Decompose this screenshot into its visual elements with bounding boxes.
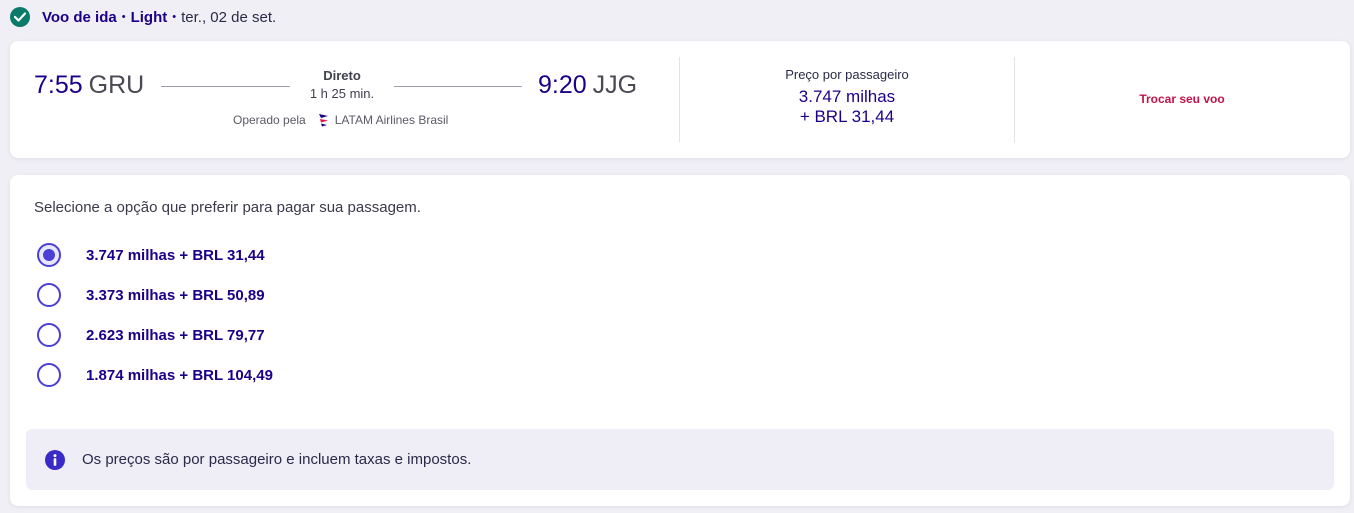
payment-option[interactable]: 1.874 milhas + BRL 104,49 [37,362,273,388]
payment-option-label: 3.747 milhas + BRL 31,44 [86,246,265,264]
radio-button[interactable] [37,323,61,347]
payment-option[interactable]: 3.747 milhas + BRL 31,44 [37,242,265,268]
radio-button-selected[interactable] [37,243,61,267]
info-text: Os preços são por passageiro e incluem t… [82,451,472,468]
payment-option[interactable]: 2.623 milhas + BRL 79,77 [37,322,265,348]
departure-block: 7:55 GRU [34,71,144,100]
price-per-passenger: Preço por passageiro 3.747 milhas + BRL … [680,67,1014,127]
payment-option-label: 1.874 milhas + BRL 104,49 [86,366,273,384]
operated-by: Operado pela LATAM Airlines Brasil [233,113,448,127]
radio-button[interactable] [37,363,61,387]
latam-logo-icon [318,113,329,127]
flight-leg-header: Voo de ida • Light • ter., 02 de set. [10,6,276,28]
info-notice: Os preços são por passageiro e incluem t… [26,429,1334,490]
flight-summary-card: 7:55 GRU Direto 1 h 25 min. 9:20 JJG Opera… [10,41,1350,158]
radio-dot [43,249,55,261]
fare-brand: Light [130,8,168,26]
stops-label: Direto [323,68,361,83]
route-line-right [394,86,522,87]
radio-button[interactable] [37,283,61,307]
arrival-airport: JJG [592,71,638,99]
header-separator: • [121,11,126,23]
payment-options-card: Selecione a opção que preferir para paga… [10,175,1350,506]
airline-name: LATAM Airlines Brasil [334,113,449,127]
flight-duration: 1 h 25 min. [309,86,375,101]
info-icon [45,449,65,470]
arrival-time: 9:20 [538,71,587,99]
change-flight-link[interactable]: Trocar seu voo [1015,92,1349,106]
departure-airport: GRU [88,71,145,99]
payment-instruction: Selecione a opção que preferir para paga… [34,199,421,216]
check-circle-icon [10,7,30,27]
operated-by-label: Operado pela [233,113,306,127]
header-separator: • [172,11,177,23]
payment-option-label: 3.373 milhas + BRL 50,89 [86,286,265,304]
flight-date: ter., 02 de set. [181,8,277,26]
trip-label: Voo de ida [42,8,117,26]
payment-option-label: 2.623 milhas + BRL 79,77 [86,326,265,344]
route-line-left [161,86,290,87]
price-cash: + BRL 31,44 [799,107,895,126]
departure-time: 7:55 [34,71,83,99]
price-title: Preço por passageiro [785,67,909,82]
price-miles: 3.747 milhas [798,87,896,106]
payment-option[interactable]: 3.373 milhas + BRL 50,89 [37,282,265,308]
arrival-block: 9:20 JJG [538,71,637,100]
